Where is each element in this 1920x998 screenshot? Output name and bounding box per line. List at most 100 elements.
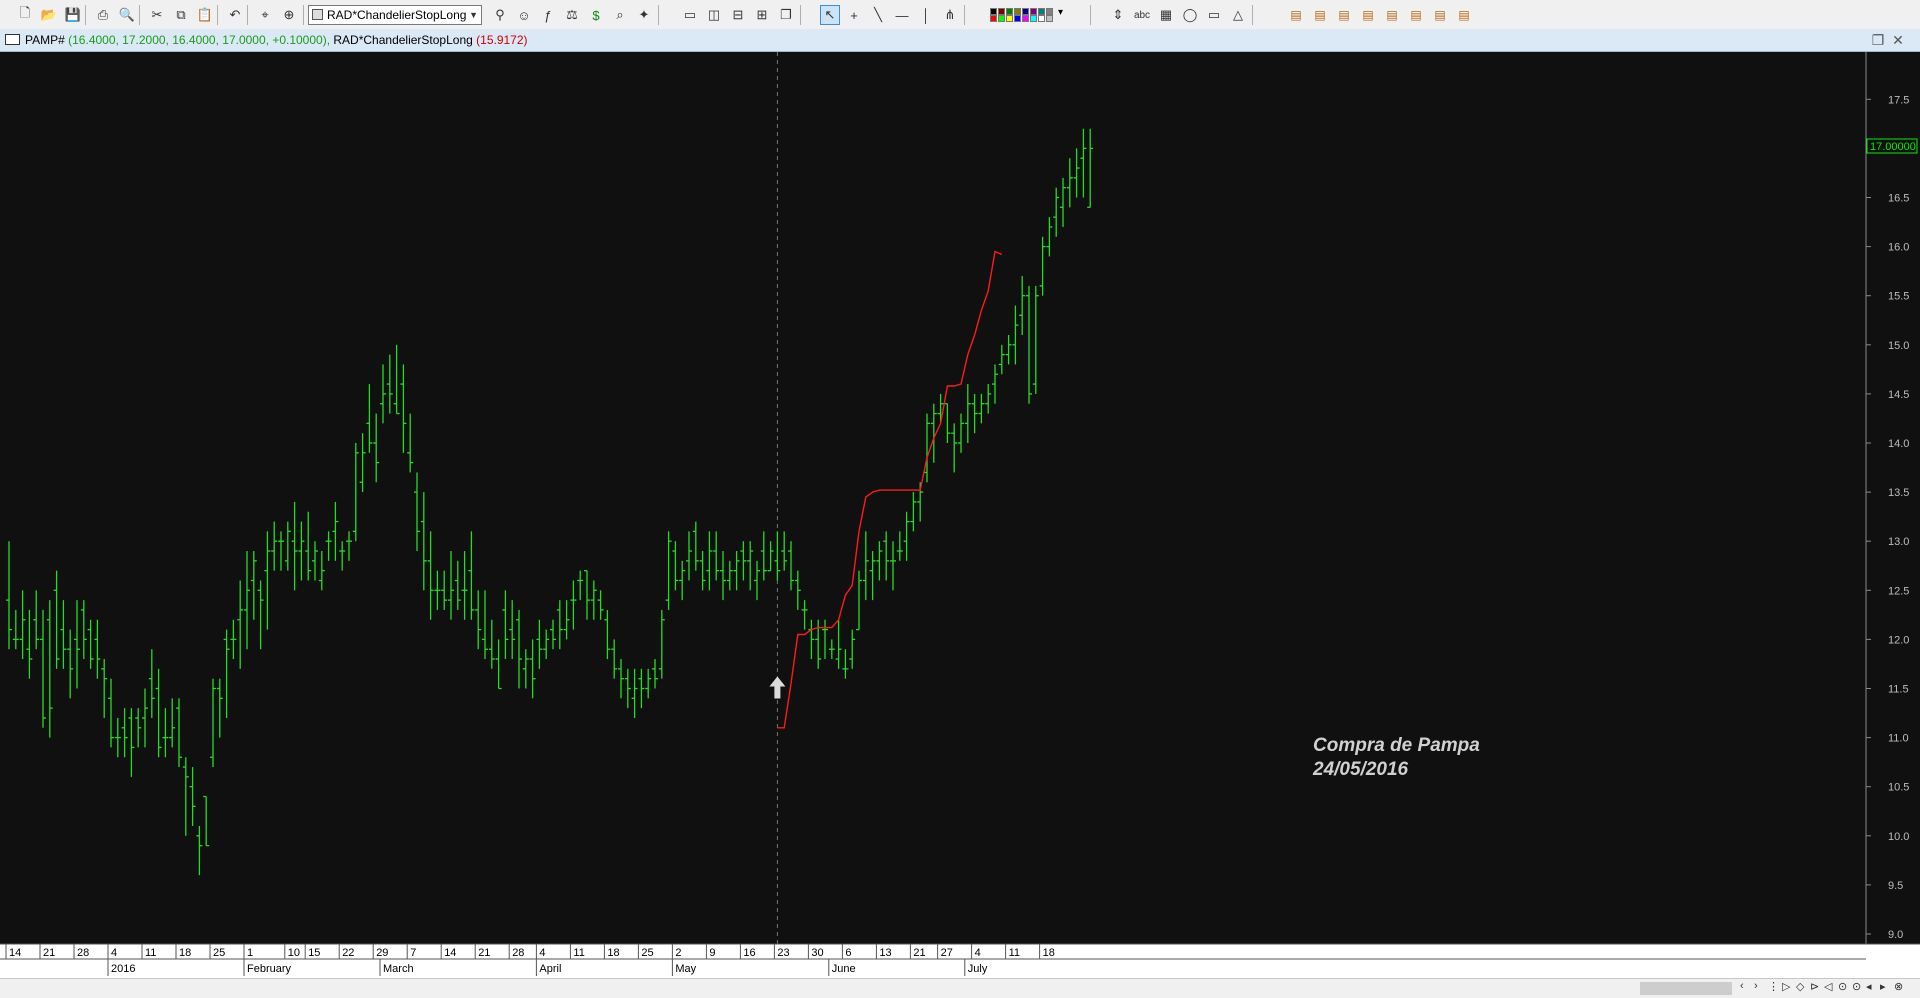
paste-button[interactable]: 📋 [195,5,215,25]
tile-vertical-button[interactable]: ◫ [704,5,724,25]
price-chart[interactable]: 9.09.510.010.511.011.512.012.513.013.514… [0,52,1920,978]
chart-nav-button[interactable]: ⊗ [1894,980,1903,993]
month-label: June [832,963,856,975]
spinner-button[interactable]: ⇕ [1108,5,1128,25]
ellipse-button[interactable]: ◯ [1180,5,1200,25]
tool-c-button[interactable]: ▤ [1334,5,1354,25]
tool-h-button[interactable]: ▤ [1454,5,1474,25]
vertical-line-icon: │ [921,7,931,23]
dollar-icon: $ [592,7,600,23]
price-tick-label: 12.0 [1888,634,1909,646]
indicator-value: (15.9172) [476,33,528,47]
triangle-button[interactable]: △ [1228,5,1248,25]
date-tick-label: 1 [247,947,253,959]
zoom-button[interactable]: ⊕ [279,5,299,25]
chart-window-icon [5,34,20,45]
date-tick-label: 21 [478,947,490,959]
indicator-button[interactable]: ⚲ [490,5,510,25]
chart-nav-button[interactable]: ▷ [1782,980,1790,993]
restore-window-button[interactable]: ❐ [1870,32,1886,48]
chart-nav-button[interactable]: ◁ [1824,980,1832,993]
new-file-icon: 🗋 [19,5,31,20]
palette-swatch [1006,15,1013,22]
text-tool-button[interactable]: abc [1132,5,1152,25]
tile-grid-button[interactable]: ⊞ [752,5,772,25]
chart-nav-button[interactable]: › [1754,980,1758,992]
horizontal-line-button[interactable]: — [892,5,912,25]
copy-button[interactable]: ⧉ [171,5,191,25]
dollar-button[interactable]: $ [586,5,606,25]
chart-nav-button[interactable]: ‹ [1740,980,1744,992]
vertical-line-button[interactable]: │ [916,5,936,25]
price-tick-label: 14.0 [1888,438,1909,450]
date-tick-label: 21 [913,947,925,959]
price-tick-label: 9.5 [1888,880,1903,892]
fork-button[interactable]: ⋔ [940,5,960,25]
crosshair-button[interactable]: ⌖ [255,5,275,25]
trendline-button[interactable]: ╲ [868,5,888,25]
window-new-button[interactable]: ▭ [680,5,700,25]
save-button[interactable]: 💾 [63,5,83,25]
window-cascade-button[interactable]: ❐ [776,5,796,25]
color-palette-button[interactable]: ▾ [990,7,1080,23]
chart-nav-button[interactable]: ⊳ [1810,980,1819,993]
price-tick-label: 11.0 [1888,733,1909,745]
chart-nav-button[interactable]: ◇ [1796,980,1804,993]
formula-icon: ƒ [544,7,552,23]
date-tick-label: 23 [777,947,789,959]
tool-a-button[interactable]: ▤ [1286,5,1306,25]
chart-nav-button[interactable]: ◂ [1866,980,1872,993]
symbol-combo-box[interactable]: RAD*ChandelierStopLong ▼ [308,5,482,25]
tool-g-icon: ▤ [1434,8,1446,22]
price-tick-label: 15.0 [1888,340,1909,352]
print-button[interactable]: ⎙ [93,5,113,25]
magic-button[interactable]: ✦ [634,5,654,25]
chart-nav-button[interactable]: ⋮ [1768,980,1779,993]
symbol-ohlc: (16.4000, 17.2000, 16.4000, 17.0000, +0.… [68,33,331,47]
price-tick-label: 16.0 [1888,242,1909,254]
palette-swatch [990,15,997,22]
tile-horizontal-button[interactable]: ⊟ [728,5,748,25]
price-tick-label: 10.0 [1888,831,1909,843]
open-folder-button[interactable]: 📂 [39,5,59,25]
price-tick-label: 17.5 [1888,94,1909,106]
new-file-button[interactable]: 🗋 [15,5,35,25]
cut-button[interactable]: ✂ [147,5,167,25]
close-window-button[interactable]: ✕ [1890,32,1906,48]
date-tick-label: 11 [145,947,156,959]
grid-button[interactable]: ▦ [1156,5,1176,25]
tool-f-icon: ▤ [1410,8,1422,22]
expert-button[interactable]: ☺ [514,5,534,25]
date-tick-label: 9 [709,947,715,959]
chart-nav-button[interactable]: ⊙ [1838,980,1847,993]
toolbar-separator [658,5,659,25]
system-icon: ⚖ [566,7,578,22]
price-tick-label: 14.5 [1888,389,1909,401]
chart-nav-button[interactable]: ▸ [1880,980,1886,993]
rectangle-button[interactable]: ▭ [1204,5,1224,25]
cross-button[interactable]: + [844,5,864,25]
price-tick-label: 13.0 [1888,536,1909,548]
price-tick-label: 9.0 [1888,929,1903,941]
formula-button[interactable]: ƒ [538,5,558,25]
chart-nav-button[interactable]: ⊙ [1852,980,1861,993]
pointer-button[interactable]: ↖ [820,5,840,25]
palette-swatch [1030,8,1037,15]
horizontal-scrollbar-thumb[interactable] [1640,982,1732,995]
print-preview-button[interactable]: 🔍 [117,5,137,25]
tool-e-button[interactable]: ▤ [1382,5,1402,25]
tool-f-button[interactable]: ▤ [1406,5,1426,25]
tool-g-button[interactable]: ▤ [1430,5,1450,25]
toolbar-separator [139,5,140,25]
system-button[interactable]: ⚖ [562,5,582,25]
last-price-label: 17.00000 [1870,141,1916,153]
main-toolbar: 🗋 📂 💾 ⎙ 🔍 ✂ ⧉ 📋 ↶ ⌖ ⊕ RAD*ChandelierStopLong ▼ ⚲ ☺ ƒ ⚖ $ ⌕… [0,0,1920,30]
palette-swatch [1038,15,1045,22]
date-tick-label: 16 [743,947,755,959]
toolbar-separator [85,5,86,25]
tool-d-button[interactable]: ▤ [1358,5,1378,25]
date-tick-label: 21 [43,947,55,959]
explorer-button[interactable]: ⌕ [610,5,630,25]
undo-button[interactable]: ↶ [225,5,245,25]
tool-b-button[interactable]: ▤ [1310,5,1330,25]
